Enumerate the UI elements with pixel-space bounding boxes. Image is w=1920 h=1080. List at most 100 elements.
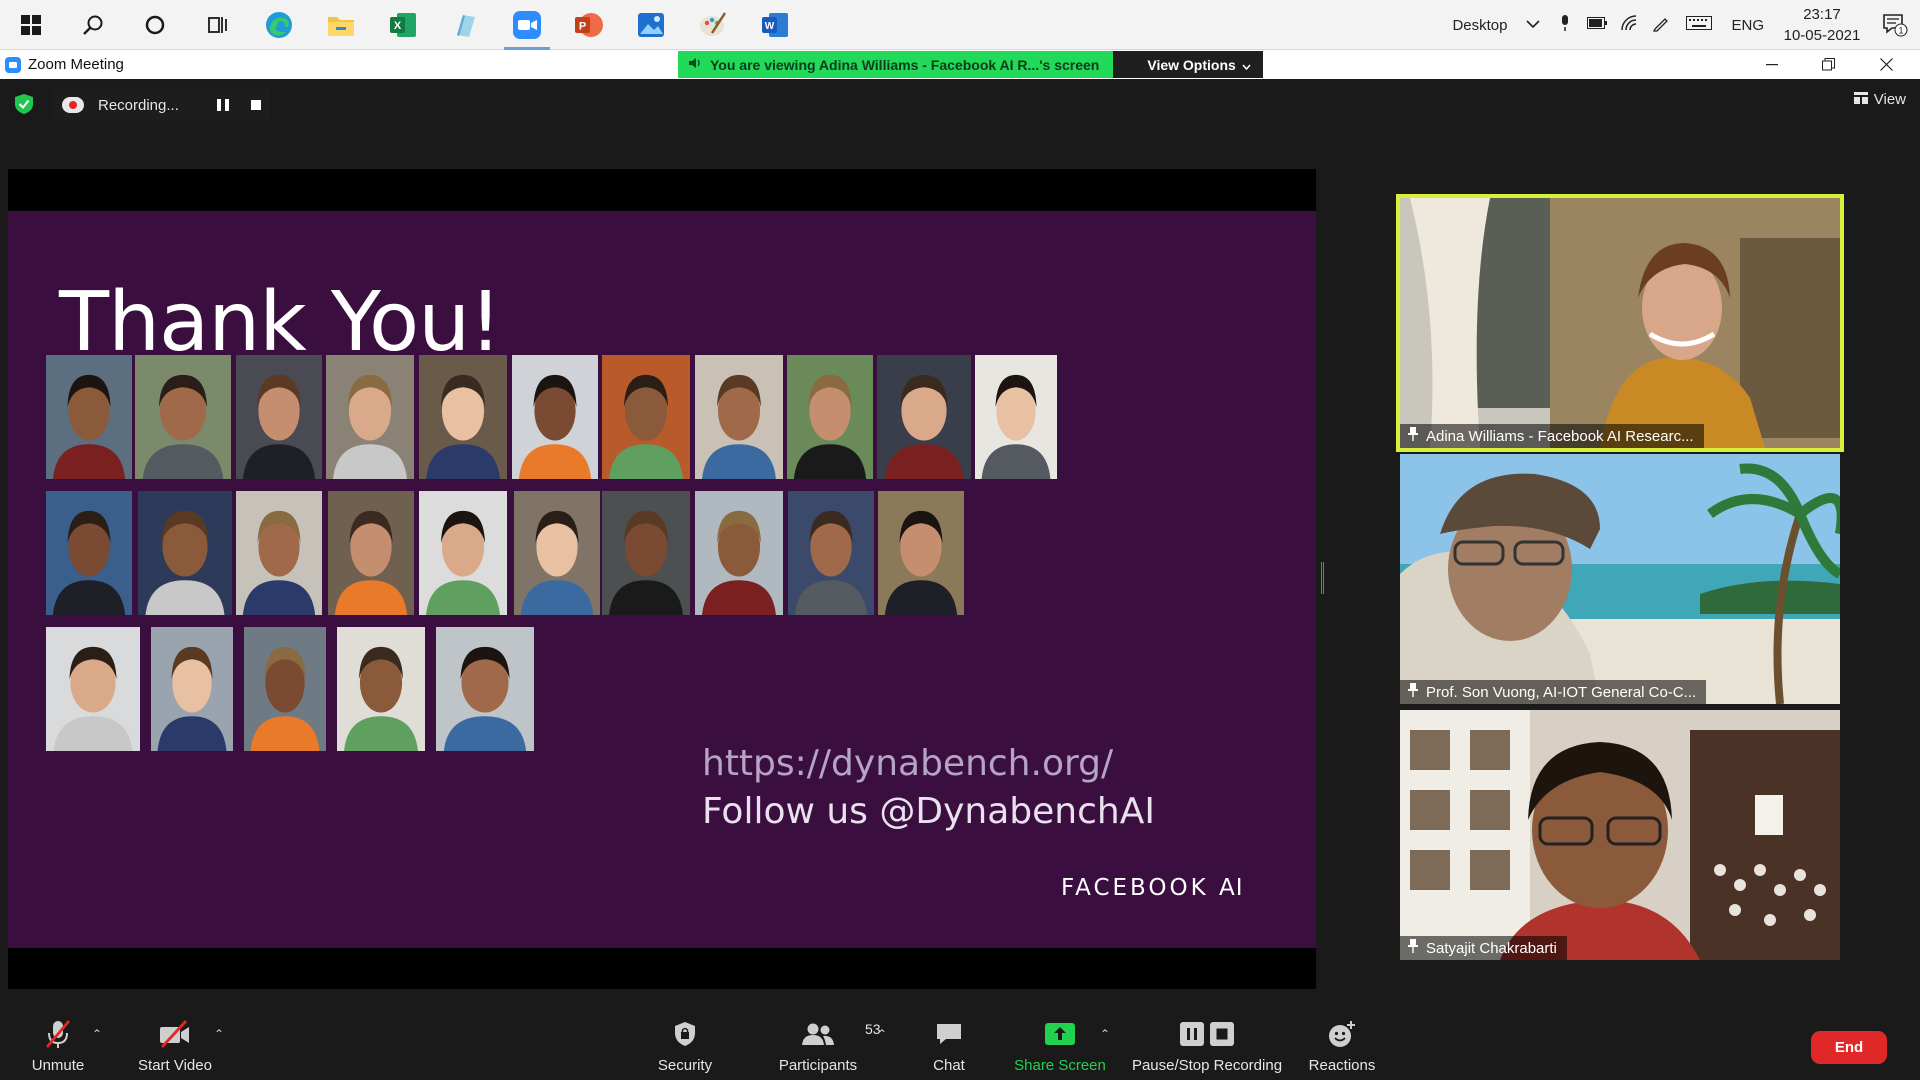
reactions-button[interactable]: Reactions: [1306, 1005, 1378, 1080]
security-button[interactable]: Security: [655, 1005, 715, 1080]
reactions-emoji-icon: [1327, 1017, 1357, 1051]
pause-stop-recording-button[interactable]: Pause/Stop Recording: [1130, 1005, 1284, 1080]
chat-button[interactable]: Chat: [928, 1005, 970, 1080]
security-shield-icon: [673, 1017, 697, 1051]
svg-text:P: P: [579, 20, 586, 32]
team-member-photo: [337, 627, 425, 751]
team-member-photo: [602, 355, 690, 479]
participants-icon: 53: [801, 1017, 881, 1051]
view-label: View: [1873, 91, 1906, 108]
audio-options-caret-icon[interactable]: ⌃: [92, 1027, 102, 1041]
microphone-icon[interactable]: [1549, 14, 1581, 36]
team-member-photo: [46, 355, 132, 479]
team-member-photo: [328, 491, 414, 615]
edge-icon[interactable]: [248, 0, 310, 50]
meeting-controls: Unmute ⌃ Start Video ⌃ Security 53 Parti…: [0, 1005, 1920, 1080]
pin-icon: [1408, 683, 1418, 701]
video-options-caret-icon[interactable]: ⌃: [214, 1027, 224, 1041]
pen-icon[interactable]: [1645, 14, 1677, 37]
team-member-photo: [151, 627, 233, 751]
close-button[interactable]: [1858, 50, 1914, 79]
team-member-photo: [135, 355, 231, 479]
viewing-screen-notice: You are viewing Adina Williams - Faceboo…: [678, 51, 1114, 78]
search-icon[interactable]: [62, 0, 124, 50]
zoom-icon[interactable]: [496, 0, 558, 50]
start-video-button[interactable]: Start Video: [134, 1005, 216, 1080]
recording-label: Recording...: [98, 96, 179, 114]
pin-icon: [1408, 939, 1418, 957]
system-tray: Desktop ENG 23:17 10-05-2021 1: [1442, 0, 1920, 50]
shared-screen[interactable]: Thank You! https://dynabench.org/ Follow…: [8, 169, 1316, 989]
brand-suffix: AI: [1219, 875, 1244, 901]
unmute-button[interactable]: Unmute: [28, 1005, 88, 1080]
chat-icon: [935, 1017, 963, 1051]
photos-icon[interactable]: [620, 0, 682, 50]
stop-recording-icon[interactable]: [251, 100, 261, 110]
zoom-title-bar: Zoom Meeting You are viewing Adina Willi…: [0, 50, 1920, 79]
svg-text:X: X: [394, 20, 402, 32]
participant-name-label: Adina Williams - Facebook AI Researc...: [1400, 424, 1704, 448]
task-view-icon[interactable]: [186, 0, 248, 50]
paint-icon[interactable]: [682, 0, 744, 50]
file-explorer-icon[interactable]: [310, 0, 372, 50]
team-member-photo: [695, 491, 783, 615]
keyboard-icon[interactable]: [1677, 15, 1721, 35]
team-member-photo: [46, 491, 132, 615]
encryption-shield-icon[interactable]: [14, 93, 34, 115]
desktop-toolbar-label[interactable]: Desktop: [1442, 17, 1517, 34]
team-member-photo: [975, 355, 1057, 479]
share-screen-icon: [1044, 1017, 1076, 1051]
team-member-photo: [46, 627, 140, 751]
svg-text:W: W: [765, 21, 775, 32]
minimize-button[interactable]: [1744, 50, 1800, 79]
clock-date: 10-05-2021: [1783, 27, 1861, 44]
participants-caret-icon[interactable]: ⌃: [877, 1027, 887, 1041]
expand-chevron-icon[interactable]: [1517, 16, 1549, 34]
participant-name-label: Prof. Son Vuong, AI-IOT General Co-C...: [1400, 680, 1707, 704]
battery-icon[interactable]: [1581, 16, 1613, 34]
view-options-label: View Options: [1147, 56, 1236, 73]
cortana-icon[interactable]: [124, 0, 186, 50]
video-off-icon: [158, 1017, 192, 1051]
wifi-icon[interactable]: [1613, 14, 1645, 36]
word-icon[interactable]: W: [744, 0, 806, 50]
pause-stop-icon: [1178, 1017, 1236, 1051]
speaker-icon: [688, 57, 702, 72]
restore-button[interactable]: [1800, 50, 1856, 79]
share-screen-button[interactable]: Share Screen: [1012, 1005, 1108, 1080]
excel-icon[interactable]: X: [372, 0, 434, 50]
start-video-label: Start Video: [138, 1057, 212, 1074]
end-meeting-button[interactable]: End: [1811, 1031, 1887, 1064]
video-tile[interactable]: Prof. Son Vuong, AI-IOT General Co-C...: [1400, 454, 1840, 704]
team-member-photo: [512, 355, 598, 479]
team-member-photo: [138, 491, 232, 615]
start-icon[interactable]: [0, 0, 62, 50]
cloud-recording-icon: [62, 97, 84, 113]
team-member-photo: [602, 491, 690, 615]
view-button[interactable]: View: [1853, 91, 1906, 108]
presentation-slide: Thank You! https://dynabench.org/ Follow…: [8, 211, 1316, 948]
slide-url: https://dynabench.org/: [702, 743, 1114, 784]
powerpoint-icon[interactable]: P: [558, 0, 620, 50]
recording-indicator: Recording...: [52, 89, 270, 121]
view-options-button[interactable]: View Options: [1113, 51, 1263, 78]
split-view-handle[interactable]: [1321, 562, 1324, 594]
video-tile[interactable]: Satyajit Chakrabarti: [1400, 710, 1840, 960]
meeting-area: Recording... View Thank You! https://dyn…: [0, 79, 1920, 1080]
pause-recording-icon[interactable]: [217, 99, 229, 111]
clock[interactable]: 23:17 10-05-2021: [1774, 4, 1870, 46]
team-member-photo: [419, 491, 507, 615]
language-indicator[interactable]: ENG: [1721, 17, 1774, 34]
notification-center-icon[interactable]: 1: [1870, 13, 1920, 37]
facebook-ai-logo: FACEBOOK AI: [1061, 875, 1244, 901]
pin-icon: [1408, 427, 1418, 445]
gallery-view-icon: [1853, 91, 1868, 108]
participants-button[interactable]: 53 Participants: [773, 1005, 881, 1080]
brand-text: FACEBOOK: [1061, 875, 1209, 901]
video-feed: [1400, 198, 1840, 448]
zoom-app-icon: [5, 56, 21, 73]
share-options-caret-icon[interactable]: ⌃: [1100, 1027, 1110, 1041]
video-tile-active-speaker[interactable]: Adina Williams - Facebook AI Researc...: [1396, 194, 1844, 452]
screen-share-banner: You are viewing Adina Williams - Faceboo…: [678, 51, 1263, 78]
generic-app-icon[interactable]: [434, 0, 496, 50]
